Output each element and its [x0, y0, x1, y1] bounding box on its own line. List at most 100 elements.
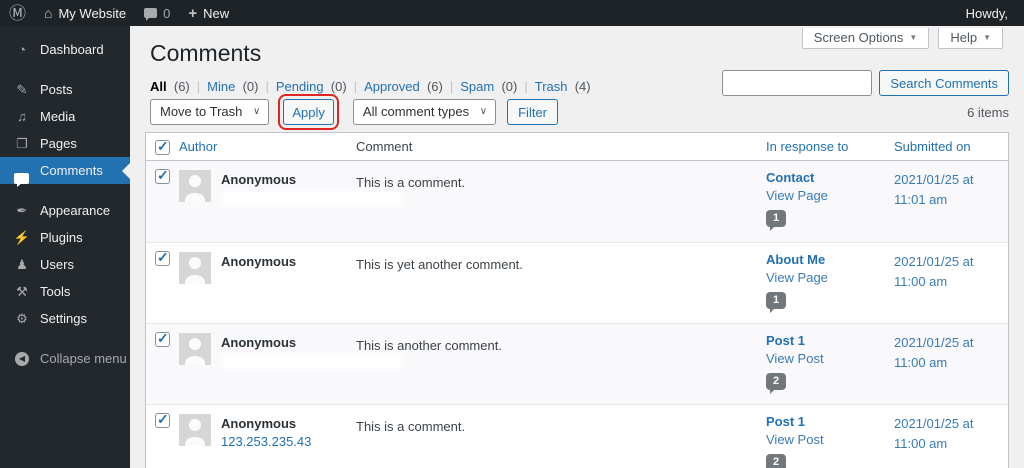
sidebar-item-collapse[interactable]: ◀ Collapse menu — [0, 345, 130, 372]
select-all-checkbox[interactable] — [155, 138, 170, 155]
appearance-icon: ✒ — [16, 202, 28, 218]
admin-sidebar: ◔ Dashboard ✎ Posts ♫ Media ❐ Pages Comm… — [0, 26, 130, 468]
filter-pending: Pending (0) — [275, 79, 347, 94]
filter-mine: Mine (0) — [207, 79, 259, 94]
sidebar-item-pages[interactable]: ❐ Pages — [0, 130, 130, 157]
howdy-account-menu[interactable]: Howdy, — [966, 6, 1024, 21]
sidebar-item-appearance[interactable]: ✒ Appearance — [0, 197, 130, 224]
new-content-menu[interactable]: + New — [179, 0, 238, 26]
table-body: Anonymous This is a comment. Contact Vie… — [146, 161, 1008, 468]
comment-text: This is a comment. — [356, 175, 466, 190]
submitted-date: 2021/01/25 at 11:00 am — [894, 416, 974, 452]
header-in-response-to[interactable]: In response to — [766, 139, 848, 154]
row-checkbox[interactable] — [155, 167, 170, 185]
sidebar-item-comments[interactable]: Comments — [0, 157, 130, 187]
sidebar-item-settings[interactable]: ⚙ Settings — [0, 305, 130, 332]
search-input[interactable] — [722, 70, 873, 96]
bulk-actions-toolbar: Move to Trash Apply All comment types Fi… — [150, 94, 558, 130]
site-name-label: My Website — [58, 5, 127, 21]
apply-button[interactable]: Apply — [278, 94, 339, 130]
wordpress-admin-screen: Ⓜ ⌂ My Website 0 + New Howdy, ◔ Dashboar… — [0, 0, 1024, 468]
apply-annotation-box: Apply — [278, 94, 339, 130]
filter-separator: | — [353, 79, 358, 94]
collapse-icon: ◀ — [11, 351, 33, 366]
admin-bar-comments[interactable]: 0 — [135, 0, 179, 26]
avatar — [179, 414, 211, 446]
sidebar-item-dashboard[interactable]: ◔ Dashboard — [0, 36, 130, 63]
filter-spam: Spam (0) — [460, 79, 518, 94]
row-checkbox[interactable] — [155, 249, 170, 267]
comment-row: Anonymous This is yet another comment. A… — [146, 242, 1008, 323]
redacted-author-meta — [221, 354, 403, 369]
tools-icon: ⚒ — [16, 283, 28, 299]
view-page-link[interactable]: View Post — [766, 351, 894, 366]
filter-separator: | — [524, 79, 528, 94]
bulk-action-select[interactable]: Move to Trash — [150, 99, 270, 125]
search-comments-button[interactable]: Search Comments — [879, 70, 1009, 96]
author-ip-link[interactable]: 123.253.235.43 — [221, 434, 311, 449]
site-name-menu[interactable]: ⌂ My Website — [35, 0, 135, 26]
table-header-row: Author Comment In response to Submitted … — [146, 133, 1008, 161]
settings-icon: ⚙ — [16, 310, 28, 326]
main-content: Comments Screen Options ▼ Help ▼ All (6)… — [130, 26, 1024, 468]
filter-separator: | — [196, 79, 201, 94]
users-icon: ♟ — [16, 256, 28, 272]
avatar — [179, 252, 211, 284]
redacted-author-meta — [221, 273, 403, 288]
comment-count-badge[interactable]: 1 — [766, 292, 786, 313]
comment-count-badge[interactable]: 1 — [766, 210, 786, 231]
avatar — [179, 170, 211, 202]
search-box: Search Comments — [722, 70, 1009, 96]
view-page-link[interactable]: View Page — [766, 270, 894, 285]
comment-type-select[interactable]: All comment types — [352, 99, 497, 125]
chevron-down-icon: ▼ — [909, 33, 918, 42]
header-submitted-on[interactable]: Submitted on — [894, 139, 971, 154]
home-icon: ⌂ — [44, 5, 53, 21]
media-icon: ♫ — [17, 109, 27, 124]
screen-meta: Screen Options ▼ Help ▼ — [801, 28, 1003, 49]
chevron-down-icon: ▼ — [983, 33, 991, 42]
comment-bubble-icon — [144, 8, 158, 21]
view-page-link[interactable]: View Page — [766, 188, 894, 203]
header-comment: Comment — [356, 139, 413, 154]
response-post-link[interactable]: Post 1 — [766, 333, 894, 348]
comment-row: Anonymous This is another comment. Post … — [146, 323, 1008, 404]
howdy-label: Howdy, — [965, 5, 1008, 21]
plugins-icon: ⚡ — [13, 229, 31, 245]
filter-separator: | — [265, 79, 269, 94]
submitted-date: 2021/01/25 at 11:00 am — [894, 254, 974, 290]
page-title: Comments — [150, 40, 262, 66]
posts-icon: ✎ — [16, 81, 28, 97]
response-post-link[interactable]: Post 1 — [766, 414, 894, 429]
comment-text: This is yet another comment. — [356, 257, 523, 272]
admin-bar-comment-count: 0 — [163, 5, 171, 21]
sidebar-item-plugins[interactable]: ⚡ Plugins — [0, 224, 130, 251]
sidebar-item-posts[interactable]: ✎ Posts — [0, 76, 130, 103]
wordpress-logo-menu[interactable]: Ⓜ — [0, 0, 35, 26]
sidebar-item-users[interactable]: ♟ Users — [0, 251, 130, 278]
comment-count-badge[interactable]: 2 — [766, 373, 786, 394]
screen-options-button[interactable]: Screen Options ▼ — [801, 28, 930, 49]
filter-button[interactable]: Filter — [507, 99, 558, 125]
wordpress-logo-icon: Ⓜ — [9, 3, 26, 23]
response-post-link[interactable]: About Me — [766, 252, 894, 267]
header-author[interactable]: Author — [179, 139, 217, 154]
author-name: Anonymous — [221, 416, 297, 431]
new-label: New — [203, 5, 230, 21]
row-checkbox[interactable] — [155, 330, 170, 348]
view-page-link[interactable]: View Post — [766, 432, 894, 447]
filter-separator: | — [449, 79, 454, 94]
comments-table: Author Comment In response to Submitted … — [145, 132, 1009, 468]
sidebar-item-media[interactable]: ♫ Media — [0, 103, 130, 130]
pages-icon: ❐ — [16, 135, 28, 151]
comment-count-badge[interactable]: 2 — [766, 454, 786, 468]
comment-text: This is a comment. — [356, 419, 466, 434]
row-checkbox[interactable] — [155, 411, 170, 429]
filter-approved: Approved (6) — [364, 79, 443, 94]
items-count: 6 items — [967, 105, 1009, 120]
help-button[interactable]: Help ▼ — [938, 28, 1003, 49]
comment-status-filters: All (6) | Mine (0) | Pending (0) | Approved (6… — [150, 79, 591, 94]
response-post-link[interactable]: Contact — [766, 170, 894, 185]
sidebar-item-tools[interactable]: ⚒ Tools — [0, 278, 130, 305]
submitted-date: 2021/01/25 at 11:00 am — [894, 335, 974, 371]
